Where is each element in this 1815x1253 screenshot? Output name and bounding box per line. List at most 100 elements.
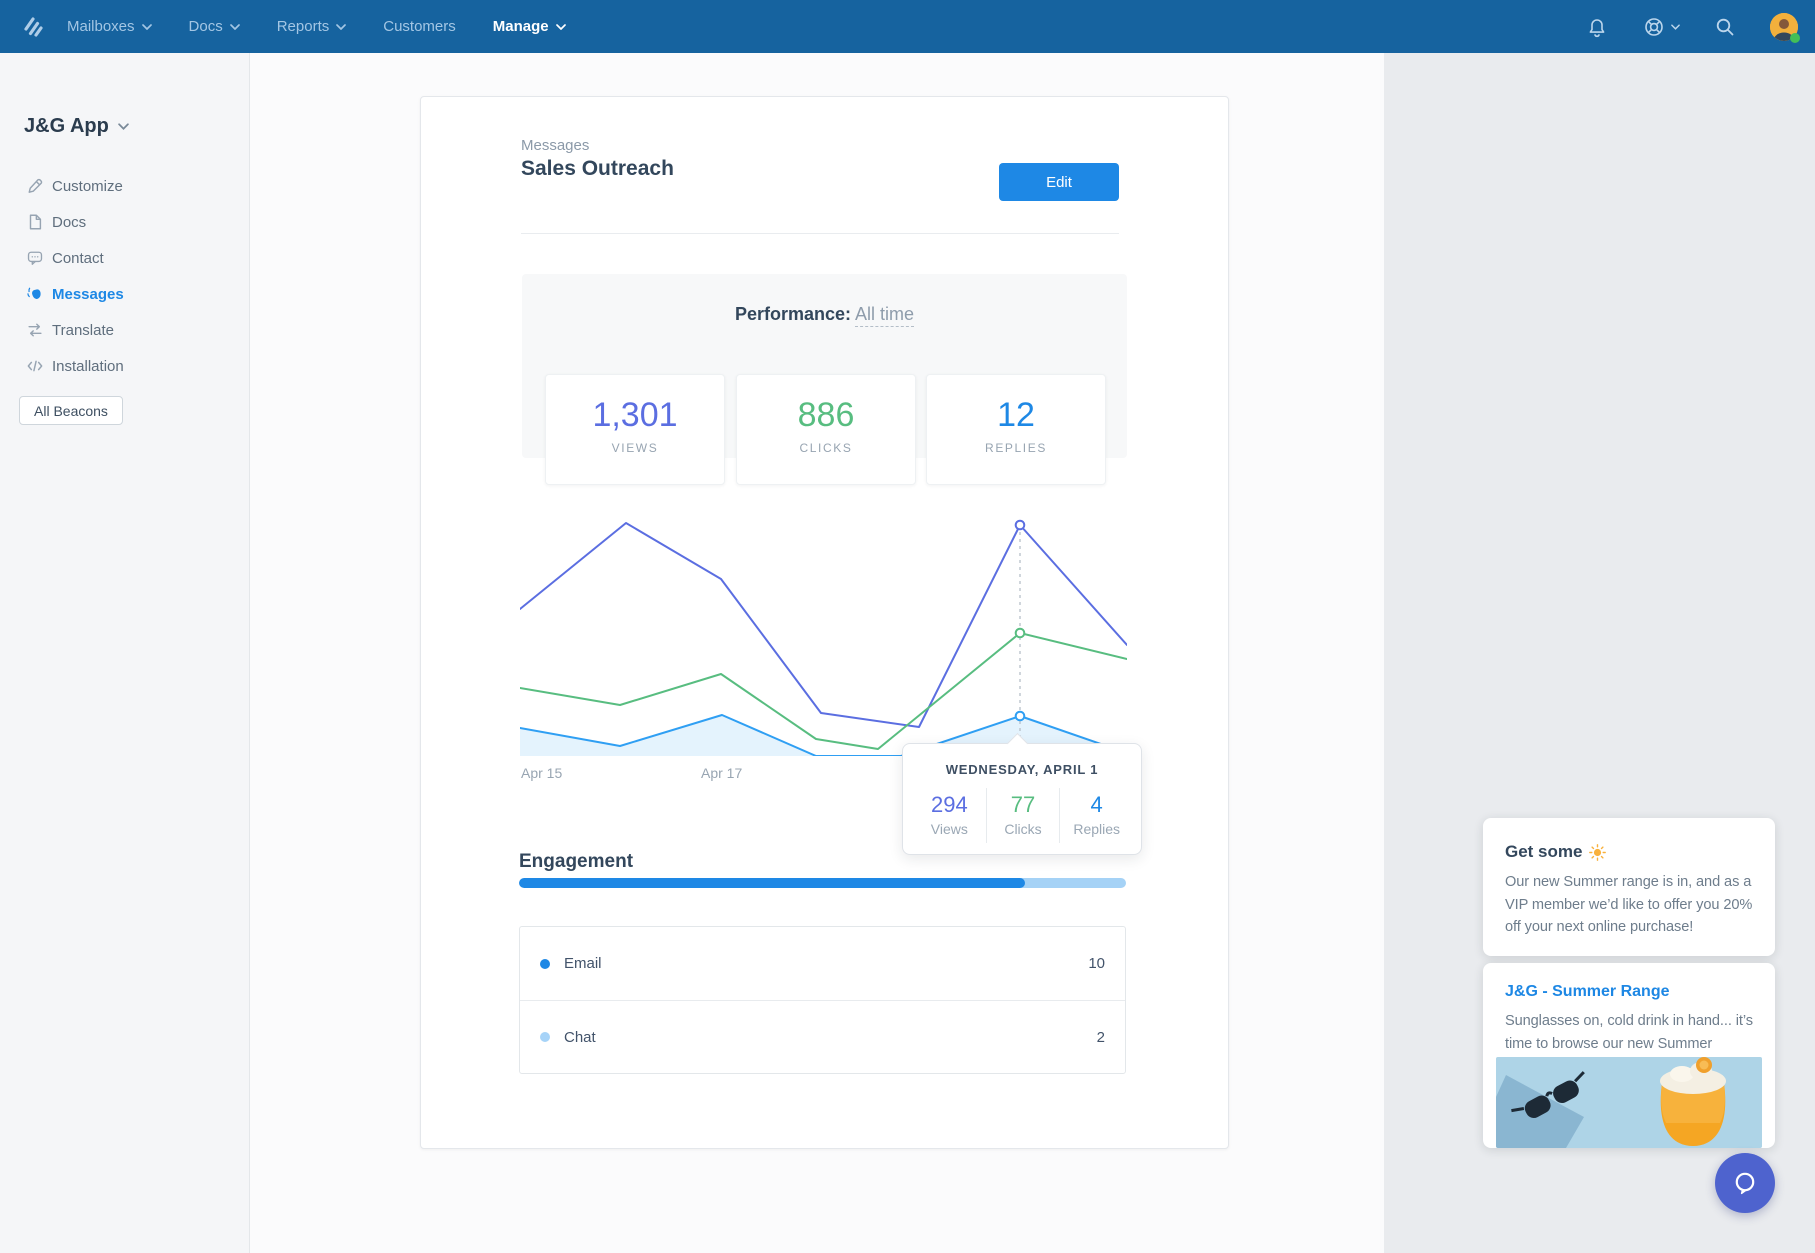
sidebar-item-label: Translate: [52, 322, 114, 339]
chevron-down-icon: [230, 24, 240, 30]
chat-dot: [540, 1032, 550, 1042]
waving-hand-icon: [26, 285, 44, 303]
tooltip-replies: 4 Replies: [1059, 788, 1133, 843]
email-label: Email: [564, 955, 602, 972]
email-value: 10: [1088, 955, 1105, 972]
message-detail-card: Messages Sales Outreach Edit Performance…: [420, 96, 1229, 1149]
summer-range-photo: [1496, 1057, 1762, 1148]
sidebar: J&G App Customize Docs Contact Messages …: [0, 53, 250, 1253]
sun-emoji-icon: [1589, 844, 1606, 861]
nav-item-customers[interactable]: Customers: [383, 18, 456, 35]
all-beacons-label: All Beacons: [34, 403, 108, 419]
app-screen: Mailboxes Docs Reports Customers Manage: [0, 0, 1815, 1253]
tooltip-clicks: 77 Clicks: [986, 788, 1060, 843]
sidebar-item-label: Docs: [52, 214, 86, 231]
translate-arrows-icon: [26, 321, 44, 339]
views-stat-card: 1,301 VIEWS: [545, 374, 725, 485]
online-status-dot: [1790, 33, 1800, 43]
sidebar-item-label: Customize: [52, 178, 123, 195]
chevron-down-icon: [1671, 24, 1680, 30]
sidebar-item-docs[interactable]: Docs: [0, 206, 250, 238]
nav-item-docs[interactable]: Docs: [189, 18, 240, 35]
beacon-switcher[interactable]: J&G App: [24, 115, 129, 138]
replies-stat-card: 12 REPLIES: [926, 374, 1106, 485]
nav-item-manage[interactable]: Manage: [493, 18, 566, 35]
user-avatar[interactable]: [1770, 13, 1798, 41]
tooltip-date: WEDNESDAY, APRIL 1: [903, 762, 1141, 777]
chevron-down-icon: [336, 24, 346, 30]
search-icon[interactable]: [1713, 15, 1737, 39]
x-axis-label: Apr 17: [701, 765, 742, 781]
nav-item-reports[interactable]: Reports: [277, 18, 347, 35]
nav-menu: Mailboxes Docs Reports Customers Manage: [67, 0, 566, 53]
engagement-heading: Engagement: [519, 851, 633, 873]
sidebar-item-messages[interactable]: Messages: [0, 278, 250, 310]
edit-button[interactable]: Edit: [999, 163, 1119, 201]
sidebar-item-label: Messages: [52, 286, 124, 303]
nav-actions: [1585, 0, 1798, 53]
chat-beacon-icon: [1731, 1169, 1759, 1197]
table-row-chat: Chat 2: [520, 1000, 1125, 1073]
replies-label: REPLIES: [927, 441, 1105, 455]
beacon-message-title: Get some: [1505, 842, 1753, 862]
chevron-down-icon: [142, 24, 152, 30]
clicks-value: 886: [737, 396, 915, 435]
tooltip-clicks-value: 77: [987, 792, 1060, 818]
x-axis-label: Apr 15: [521, 765, 562, 781]
app-name: J&G App: [24, 115, 109, 138]
document-icon: [26, 213, 44, 231]
beacon-launcher-button[interactable]: [1715, 1153, 1775, 1213]
engagement-table: Email 10 Chat 2: [519, 926, 1126, 1074]
table-row-email: Email 10: [520, 927, 1125, 1000]
chevron-down-icon: [118, 123, 129, 130]
help-menu[interactable]: [1642, 15, 1680, 39]
views-value: 1,301: [546, 396, 724, 435]
sidebar-item-contact[interactable]: Contact: [0, 242, 250, 274]
messages-eyebrow: Messages: [521, 137, 589, 154]
performance-label: Performance:: [735, 304, 851, 324]
lifebuoy-icon: [1642, 15, 1666, 39]
nav-item-label: Customers: [383, 18, 456, 35]
chart-tooltip: WEDNESDAY, APRIL 1 294 Views 77 Clicks 4…: [902, 743, 1142, 855]
code-icon: [26, 357, 44, 375]
chat-label: Chat: [564, 1029, 596, 1046]
clicks-label: CLICKS: [737, 441, 915, 455]
beacon-message-title-text: Get some: [1505, 842, 1582, 862]
sidebar-item-translate[interactable]: Translate: [0, 314, 250, 346]
sidebar-item-installation[interactable]: Installation: [0, 350, 250, 382]
beacon-article-title[interactable]: J&G - Summer Range: [1505, 983, 1753, 1001]
nav-item-label: Mailboxes: [67, 18, 135, 35]
page-title: Sales Outreach: [521, 157, 674, 181]
nav-item-label: Docs: [189, 18, 223, 35]
tooltip-replies-value: 4: [1060, 792, 1133, 818]
chat-bubble-icon: [26, 249, 44, 267]
beacon-message-card[interactable]: Get some Our new Summer range is in, and…: [1483, 818, 1775, 956]
tooltip-clicks-label: Clicks: [987, 821, 1060, 837]
chevron-down-icon: [556, 24, 566, 30]
engagement-progress-bar: [519, 878, 1126, 888]
beacon-message-body: Our new Summer range is in, and as a VIP…: [1505, 871, 1753, 939]
nav-item-mailboxes[interactable]: Mailboxes: [67, 18, 152, 35]
engagement-progress-fill: [519, 878, 1025, 888]
helpscout-logo-icon[interactable]: [22, 15, 45, 38]
all-beacons-button[interactable]: All Beacons: [19, 396, 123, 425]
tooltip-replies-label: Replies: [1060, 821, 1133, 837]
performance-heading: Performance: All time: [522, 304, 1127, 325]
nav-item-label: Reports: [277, 18, 330, 35]
beacon-article-card[interactable]: J&G - Summer Range Sunglasses on, cold d…: [1483, 963, 1775, 1148]
pen-icon: [26, 177, 44, 195]
email-dot: [540, 959, 550, 969]
chat-value: 2: [1097, 1029, 1105, 1046]
clicks-stat-card: 886 CLICKS: [736, 374, 916, 485]
replies-value: 12: [927, 396, 1105, 435]
divider: [521, 233, 1119, 234]
performance-chart[interactable]: [520, 511, 1127, 756]
notifications-bell-icon[interactable]: [1585, 15, 1609, 39]
tooltip-views: 294 Views: [913, 788, 986, 843]
sidebar-item-label: Installation: [52, 358, 124, 375]
tooltip-views-value: 294: [913, 792, 986, 818]
time-range-selector[interactable]: All time: [855, 304, 914, 327]
nav-item-label: Manage: [493, 18, 549, 35]
views-label: VIEWS: [546, 441, 724, 455]
sidebar-item-customize[interactable]: Customize: [0, 170, 250, 202]
